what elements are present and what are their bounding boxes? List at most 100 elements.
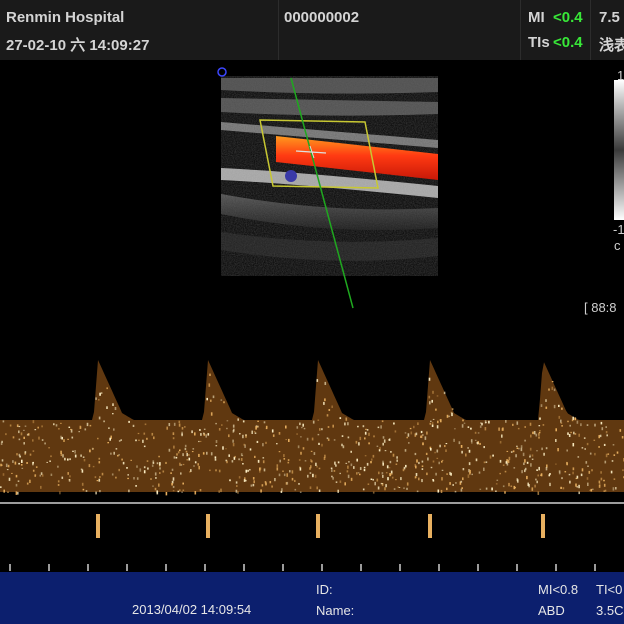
spectral-speckle <box>371 458 373 461</box>
spectral-speckle <box>283 473 286 477</box>
spectral-speckle <box>26 482 29 485</box>
spectral-speckle <box>468 449 471 453</box>
spectral-speckle <box>475 458 478 462</box>
spectral-speckle <box>479 488 482 490</box>
spectral-speckle <box>74 450 76 454</box>
spectral-speckle <box>357 472 360 474</box>
spectral-speckle <box>41 439 44 441</box>
spectral-speckle <box>436 457 439 459</box>
spectral-speckle <box>335 481 338 483</box>
spectral-speckle <box>316 486 318 490</box>
spectral-speckle <box>271 429 274 433</box>
reverse-flow-spike <box>206 514 210 538</box>
spectral-speckle <box>173 456 176 459</box>
reverse-flow-spike <box>316 514 320 538</box>
spectral-speckle <box>585 461 588 464</box>
spectral-speckle <box>232 424 235 428</box>
spectral-speckle <box>220 399 223 401</box>
spectral-speckle <box>538 436 540 439</box>
spectral-speckle <box>179 462 181 466</box>
spectral-speckle <box>583 437 586 439</box>
spectral-speckle <box>300 436 302 438</box>
spectral-speckle <box>567 420 569 423</box>
spectral-speckle <box>510 485 513 487</box>
spectral-speckle <box>400 477 402 481</box>
spectral-speckle <box>26 433 29 436</box>
time-axis-ticks <box>9 564 596 571</box>
spectral-speckle <box>88 464 91 468</box>
color-scale-top: 1 <box>617 68 624 83</box>
spectral-speckle <box>516 445 518 447</box>
spectral-speckle <box>414 476 417 479</box>
spectral-speckle <box>578 491 580 495</box>
spectral-speckle <box>553 404 556 409</box>
spectral-speckle <box>146 460 149 462</box>
spectral-speckle <box>127 474 129 476</box>
spectral-speckle <box>441 461 443 463</box>
spectral-speckle <box>8 477 11 481</box>
spectral-speckle <box>257 459 260 463</box>
spectral-speckle <box>287 459 290 461</box>
spectral-speckle <box>309 467 311 470</box>
spectral-speckle <box>262 443 264 447</box>
spectral-speckle <box>209 373 211 376</box>
spectral-speckle <box>555 463 557 465</box>
spectral-speckle <box>508 482 510 487</box>
spectral-speckle <box>576 420 579 424</box>
spectral-speckle <box>413 425 415 429</box>
spectral-speckle <box>392 453 395 457</box>
spectral-speckle <box>147 467 149 470</box>
spectral-speckle <box>341 443 343 447</box>
spectral-speckle <box>223 401 225 404</box>
spectral-speckle <box>428 377 431 381</box>
spectral-speckle <box>188 457 191 461</box>
spectral-speckle <box>436 425 439 429</box>
spectral-speckle <box>574 433 577 435</box>
spectral-speckle <box>97 437 99 440</box>
spectral-speckle <box>530 434 532 438</box>
spectral-speckle <box>136 465 138 468</box>
spectral-speckle <box>60 435 62 440</box>
spectral-speckle <box>587 482 589 486</box>
spectral-speckle <box>98 416 101 420</box>
spectral-speckle <box>390 451 392 453</box>
spectral-speckle <box>165 492 168 496</box>
spectral-speckle <box>448 415 450 418</box>
spectral-speckle <box>299 467 302 471</box>
spectral-speckle <box>291 477 294 481</box>
spectral-speckle <box>206 451 208 455</box>
spectral-speckle <box>194 461 197 464</box>
spectral-speckle <box>215 422 217 425</box>
spectral-speckle <box>501 428 504 431</box>
spectral-speckle <box>162 470 165 473</box>
mi-value: <0.4 <box>553 9 583 26</box>
spectral-speckle <box>296 426 299 429</box>
spectral-speckle <box>395 479 397 481</box>
spectral-speckle <box>289 470 291 473</box>
spectral-speckle <box>538 433 540 436</box>
spectral-speckle <box>516 447 519 449</box>
spectral-speckle <box>562 487 565 490</box>
spectral-speckle <box>158 455 160 458</box>
spectral-speckle <box>337 489 339 493</box>
spectral-speckle <box>178 423 181 427</box>
spectral-speckle <box>156 490 158 493</box>
mi-label: MI <box>528 9 545 26</box>
spectral-speckle <box>106 387 108 390</box>
spectral-speckle <box>235 481 238 484</box>
spectral-speckle <box>543 452 545 456</box>
spectral-speckle <box>564 471 567 473</box>
spectral-speckle <box>357 425 359 428</box>
spectral-speckle <box>128 420 130 423</box>
spectral-speckle <box>210 452 213 456</box>
spectral-speckle <box>374 481 376 486</box>
spectral-speckle <box>498 427 500 431</box>
spectral-speckle <box>576 475 579 479</box>
spectral-speckle <box>181 491 183 493</box>
spectral-speckle <box>560 422 563 424</box>
spectral-speckle <box>588 470 591 474</box>
upper-tissue-layer <box>221 78 438 94</box>
spectral-speckle <box>598 480 601 484</box>
spectral-speckle <box>368 432 370 436</box>
spectral-speckle <box>296 433 298 435</box>
